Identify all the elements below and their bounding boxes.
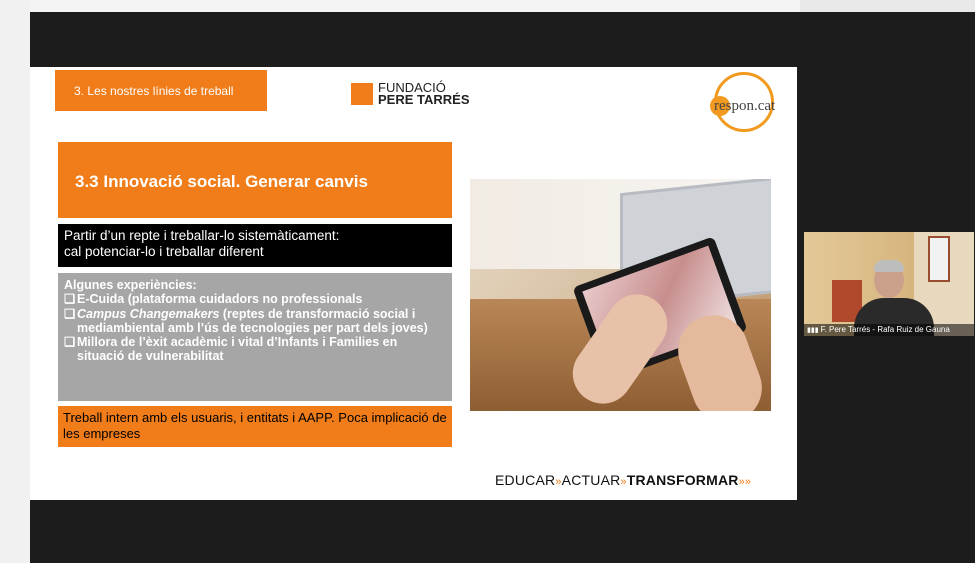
participant-video-tile[interactable]: ▮▮▮ F. Pere Tarrés - Rafa Ruiz de Gauna <box>804 232 974 336</box>
tablet-photo <box>470 179 771 411</box>
fundacio-pere-tarres-logo: FUNDACIÓ PERE TARRÉS <box>351 81 470 107</box>
item-text: Campus Changemakers (reptes de transform… <box>77 306 428 335</box>
top-right-strip <box>800 0 975 12</box>
item-text: E-Cuida (plataforma cuidadors no profess… <box>77 292 363 307</box>
left-strip <box>0 0 30 563</box>
checkbox-bullet-icon: ❑ <box>64 306 76 321</box>
checkbox-bullet-icon: ❑ <box>64 292 76 307</box>
experiences-heading: Algunes experiències: <box>64 278 197 292</box>
shared-slide: 3. Les nostres línies de treball FUNDACI… <box>30 67 797 500</box>
section-tag: 3. Les nostres línies de treball <box>55 70 267 111</box>
challenge-line2: cal potenciar-lo i treballar diferent <box>64 244 264 259</box>
logo-line2: PERE TARRÉS <box>378 92 470 107</box>
respon-logo-text: respon.cat <box>714 98 776 114</box>
signal-bars-icon: ▮▮▮ <box>807 327 819 334</box>
checkbox-bullet-icon: ❑ <box>64 335 76 350</box>
slide-footer-slogan: EDUCAR»ACTUAR»TRANSFORMAR»» <box>495 472 752 488</box>
internal-work-box: Treball intern amb els usuaris, i entita… <box>58 406 452 447</box>
list-item: ❑ Millora de l’èxit acadèmic i vital d’I… <box>64 335 446 364</box>
slide-title: 3.3 Innovació social. Generar canvis <box>58 142 452 218</box>
experiences-box: Algunes experiències: ❑ E-Cuida (platafo… <box>58 273 452 401</box>
challenge-line1: Partir d’un repte i treballar-lo sistemà… <box>64 228 340 243</box>
respon-logo: respon.cat <box>710 70 790 140</box>
item-text: Millora de l’èxit acadèmic i vital d’Inf… <box>77 335 398 364</box>
logo-square-icon <box>351 83 373 105</box>
challenge-box: Partir d’un repte i treballar-lo sistemà… <box>58 224 452 267</box>
list-item: ❑ E-Cuida (plataforma cuidadors no profe… <box>64 292 446 306</box>
participant-name-label: ▮▮▮ F. Pere Tarrés - Rafa Ruiz de Gauna <box>804 324 974 336</box>
list-item: ❑ Campus Changemakers (reptes de transfo… <box>64 307 446 336</box>
